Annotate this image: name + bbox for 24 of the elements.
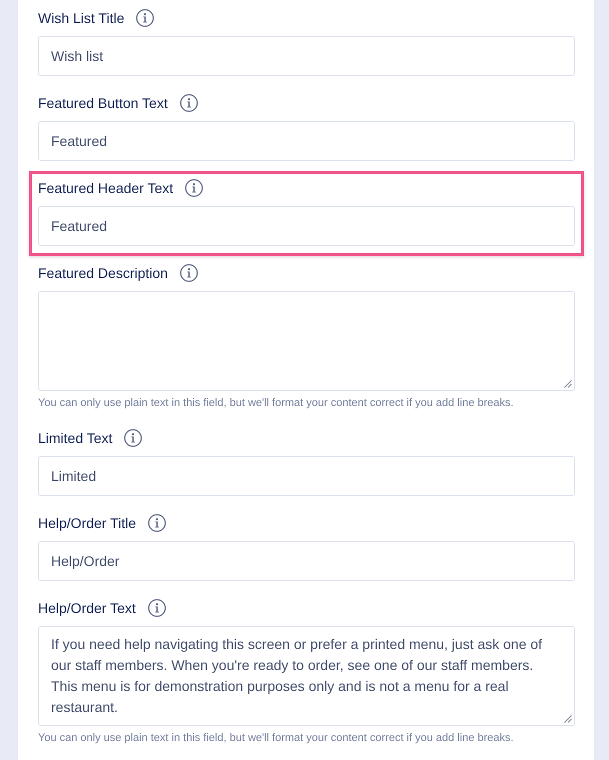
text-input[interactable]: Limited: [38, 456, 575, 496]
text-input[interactable]: Featured: [38, 121, 575, 161]
text-input[interactable]: Help/Order: [38, 541, 575, 581]
text-area[interactable]: If you need help navigating this screen or prefer a printed menu, just ask one of our staff members. When you're ready to order, see one of our staff members. This menu is for demonstration purposes only and is not a menu for a real restaurant.: [38, 626, 575, 726]
field-hint: You can only use plain text in this field, but we'll format your content correct if you add line breaks.: [38, 396, 515, 411]
info-icon[interactable]: [180, 264, 198, 282]
field-label: Featured Header Text: [38, 179, 174, 197]
info-icon[interactable]: [136, 9, 154, 27]
field-label: Wish List Title: [38, 9, 124, 27]
field-label: Featured Description: [38, 264, 168, 282]
field-hint: You can only use plain text in this field, but we'll format your content correct if you add line breaks.: [38, 731, 515, 746]
info-icon[interactable]: [148, 514, 166, 532]
info-icon[interactable]: [180, 94, 198, 112]
field-label: Limited Text: [38, 429, 112, 447]
resize-grip-icon[interactable]: [564, 715, 572, 723]
resize-grip-icon[interactable]: [564, 380, 572, 388]
field-label: Help/Order Title: [38, 514, 136, 532]
info-icon[interactable]: [148, 599, 166, 617]
field-label: Featured Button Text: [38, 94, 168, 112]
text-input[interactable]: Featured: [38, 206, 575, 246]
info-icon[interactable]: [185, 179, 204, 197]
field-label: Help/Order Text: [38, 599, 136, 617]
info-icon[interactable]: [124, 429, 142, 447]
text-input[interactable]: Wish list: [38, 36, 575, 76]
